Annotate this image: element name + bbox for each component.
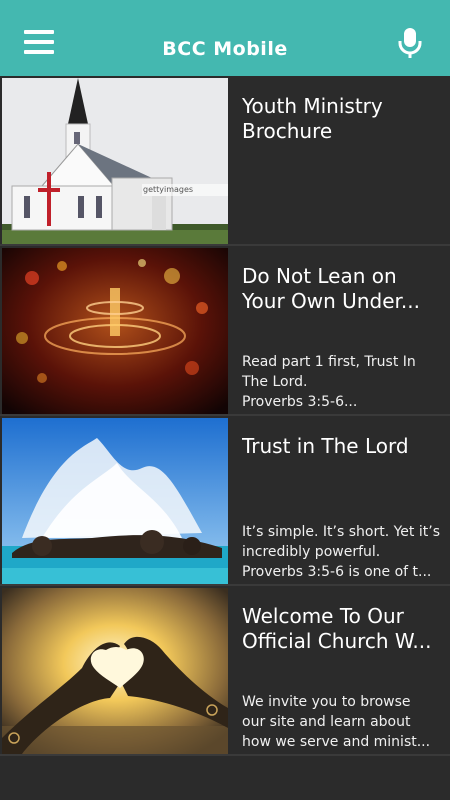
bokeh-water-image: [2, 248, 228, 414]
bottom-area: [0, 756, 450, 800]
app-header: BCC Mobile: [0, 0, 450, 76]
app-title: BCC Mobile: [162, 38, 288, 60]
item-title: Brochure: [242, 119, 333, 143]
item-description: Read part 1 first, Trust In The Lord. Pr…: [242, 354, 416, 410]
item-title: Official Church W...: [242, 629, 432, 653]
fountain-image: [2, 418, 228, 584]
article-list: gettyimages Youth Ministry Brochure Do N…: [0, 76, 450, 756]
image-watermark: gettyimages: [143, 185, 193, 194]
item-title: Welcome To Our: [242, 604, 404, 628]
item-title: Trust in The Lord: [242, 434, 409, 458]
church-image: gettyimages: [2, 78, 228, 244]
microphone-icon[interactable]: [396, 26, 424, 60]
item-title: Do Not Lean on: [242, 264, 397, 288]
list-item[interactable]: gettyimages Youth Ministry Brochure: [0, 76, 450, 246]
list-item[interactable]: Welcome To Our Official Church W... We i…: [0, 586, 450, 756]
heart-hands-image: [2, 588, 228, 754]
item-description: We invite you to browse our site and lea…: [242, 694, 431, 750]
list-item[interactable]: Trust in The Lord It’s simple. It’s shor…: [0, 416, 450, 586]
item-title: Youth Ministry: [242, 94, 383, 118]
item-description: It’s simple. It’s short. Yet it’s incred…: [242, 524, 440, 580]
list-item[interactable]: Do Not Lean on Your Own Under... Read pa…: [0, 246, 450, 416]
item-title: Your Own Under...: [242, 289, 420, 313]
